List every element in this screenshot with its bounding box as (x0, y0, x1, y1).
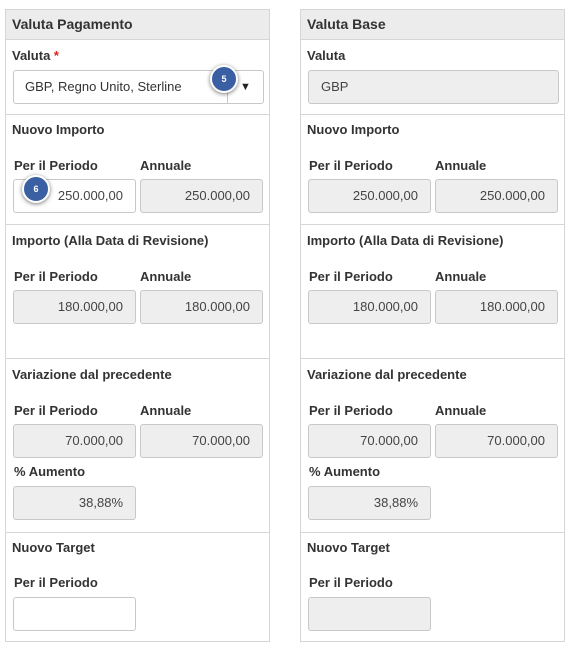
annuale-label: Annuale (435, 158, 487, 173)
base-currency-field: GBP (308, 70, 559, 104)
annuale-label: Annuale (435, 269, 487, 284)
aumento-label: % Aumento (14, 464, 86, 479)
section-divider (301, 532, 564, 533)
nuovo-importo-annuale-field: 250.000,00 (435, 179, 558, 213)
annuale-label: Annuale (435, 403, 487, 418)
variazione-periodo-field: 70.000,00 (308, 424, 431, 458)
nuovo-target-heading: Nuovo Target (12, 540, 95, 555)
periodo-label: Per il Periodo (309, 269, 393, 284)
periodo-label: Per il Periodo (309, 403, 393, 418)
currency-select-value: GBP, Regno Unito, Sterline (25, 79, 182, 94)
periodo-label: Per il Periodo (14, 158, 98, 173)
variazione-annuale-field: 70.000,00 (140, 424, 263, 458)
annuale-label: Annuale (140, 158, 192, 173)
variazione-heading: Variazione dal precedente (12, 367, 172, 382)
panel-title: Valuta Base (301, 10, 564, 40)
currency-label-text: Valuta (12, 48, 51, 63)
periodo-label: Per il Periodo (14, 403, 98, 418)
nuovo-importo-periodo-field: 250.000,00 (308, 179, 431, 213)
nuovo-importo-heading: Nuovo Importo (12, 122, 105, 137)
importo-revisione-heading: Importo (Alla Data di Revisione) (12, 233, 209, 248)
step-badge-5: 5 (210, 65, 238, 93)
section-divider (301, 358, 564, 359)
section-divider (6, 532, 269, 533)
nuovo-target-periodo-input[interactable] (13, 597, 136, 631)
nuovo-importo-heading: Nuovo Importo (307, 122, 400, 137)
annuale-label: Annuale (140, 269, 192, 284)
section-divider (301, 114, 564, 115)
importo-revisione-annuale-field: 180.000,00 (435, 290, 558, 324)
nuovo-importo-annuale-field: 250.000,00 (140, 179, 263, 213)
section-divider (301, 224, 564, 225)
periodo-label: Per il Periodo (309, 158, 393, 173)
panel-title: Valuta Pagamento (6, 10, 269, 40)
aumento-label: % Aumento (309, 464, 381, 479)
section-divider (6, 114, 269, 115)
valuta-pagamento-panel: Valuta Pagamento Valuta * GBP, Regno Uni… (5, 9, 270, 642)
nuovo-target-heading: Nuovo Target (307, 540, 390, 555)
periodo-label: Per il Periodo (14, 269, 98, 284)
valuta-base-panel: Valuta Base Valuta GBP Nuovo Importo Per… (300, 9, 565, 642)
importo-revisione-periodo-field: 180.000,00 (308, 290, 431, 324)
nuovo-target-periodo-field (308, 597, 431, 631)
aumento-field: 38,88% (13, 486, 136, 520)
variazione-periodo-field: 70.000,00 (13, 424, 136, 458)
importo-revisione-periodo-field: 180.000,00 (13, 290, 136, 324)
currency-label: Valuta * (12, 48, 59, 63)
importo-revisione-annuale-field: 180.000,00 (140, 290, 263, 324)
variazione-heading: Variazione dal precedente (307, 367, 467, 382)
section-divider (6, 224, 269, 225)
section-divider (6, 358, 269, 359)
periodo-label: Per il Periodo (309, 575, 393, 590)
required-mark: * (53, 48, 59, 63)
currency-label: Valuta (307, 48, 346, 63)
aumento-field: 38,88% (308, 486, 431, 520)
periodo-label: Per il Periodo (14, 575, 98, 590)
annuale-label: Annuale (140, 403, 192, 418)
importo-revisione-heading: Importo (Alla Data di Revisione) (307, 233, 504, 248)
step-badge-6: 6 (22, 175, 50, 203)
variazione-annuale-field: 70.000,00 (435, 424, 558, 458)
